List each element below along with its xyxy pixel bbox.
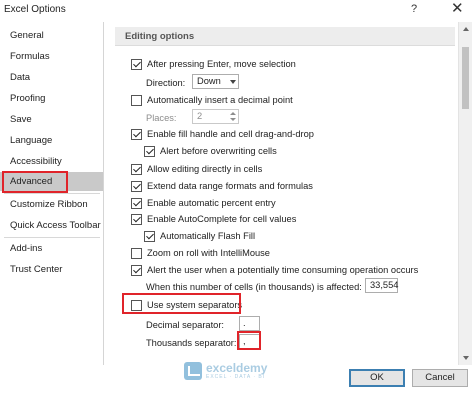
- ok-button[interactable]: OK: [349, 369, 405, 387]
- after-enter-checkbox[interactable]: [131, 58, 142, 70]
- help-icon[interactable]: ?: [411, 3, 417, 15]
- decimal-separator-label: Decimal separator:: [146, 320, 225, 330]
- title-bar: Excel Options ? ✕: [0, 0, 474, 22]
- auto-decimal-checkbox[interactable]: [131, 94, 142, 106]
- decimal-separator-input[interactable]: .: [239, 316, 260, 331]
- nav-item-general[interactable]: General: [0, 26, 103, 45]
- option-alert-overwrite[interactable]: Alert before overwriting cells: [144, 144, 277, 158]
- vertical-scrollbar[interactable]: [458, 22, 472, 365]
- alert-overwrite-label: Alert before overwriting cells: [160, 146, 277, 156]
- spin-up-icon[interactable]: [230, 112, 236, 115]
- alert-overwrite-checkbox[interactable]: [144, 145, 155, 157]
- flash-fill-label: Automatically Flash Fill: [160, 231, 256, 241]
- thousands-separator-label: Thousands separator:: [146, 338, 237, 348]
- nav-item-quick-access-toolbar[interactable]: Quick Access Toolbar: [0, 216, 103, 235]
- nav-divider: [4, 237, 100, 238]
- close-icon[interactable]: ✕: [451, 1, 464, 16]
- option-auto-decimal[interactable]: Automatically insert a decimal point: [131, 93, 293, 107]
- places-label: Places:: [146, 113, 177, 123]
- direction-label: Direction:: [146, 78, 186, 88]
- thousands-separator-row: Thousands separator:: [146, 336, 236, 350]
- zoom-intellimouse-label: Zoom on roll with IntelliMouse: [147, 248, 270, 258]
- auto-decimal-label: Automatically insert a decimal point: [147, 95, 293, 105]
- watermark-tagline: EXCEL · DATA · BI: [206, 374, 266, 380]
- options-nav: General Formulas Data Proofing Save Lang…: [0, 22, 104, 365]
- advanced-highlight-box: [2, 171, 68, 193]
- option-autocomplete[interactable]: Enable AutoComplete for cell values: [131, 212, 296, 226]
- auto-percent-label: Enable automatic percent entry: [147, 198, 276, 208]
- places-spinner[interactable]: 2: [192, 109, 239, 124]
- scrollbar-thumb[interactable]: [462, 47, 469, 109]
- option-flash-fill[interactable]: Automatically Flash Fill: [144, 229, 255, 243]
- option-zoom-intellimouse[interactable]: Zoom on roll with IntelliMouse: [131, 246, 270, 260]
- places-value: 2: [197, 111, 203, 121]
- window-title: Excel Options: [4, 4, 66, 15]
- zoom-intellimouse-checkbox[interactable]: [131, 247, 142, 259]
- exceldemy-watermark: exceldemy EXCEL · DATA · BI: [184, 358, 267, 384]
- decimal-separator-row: Decimal separator:: [146, 318, 224, 332]
- direction-value: Down: [197, 76, 221, 86]
- fill-handle-label: Enable fill handle and cell drag-and-dro…: [147, 129, 314, 139]
- alert-time-label: Alert the user when a potentially time c…: [147, 265, 419, 275]
- editing-options-header: Editing options: [115, 27, 455, 46]
- option-fill-handle[interactable]: Enable fill handle and cell drag-and-dro…: [131, 127, 314, 141]
- after-enter-label: After pressing Enter, move selection: [147, 59, 296, 69]
- nav-item-add-ins[interactable]: Add-ins: [0, 239, 103, 258]
- autocomplete-checkbox[interactable]: [131, 213, 142, 225]
- option-auto-percent[interactable]: Enable automatic percent entry: [131, 196, 276, 210]
- exceldemy-logo-icon: [184, 362, 202, 380]
- scroll-down-icon[interactable]: [463, 356, 469, 360]
- option-extend-formats[interactable]: Extend data range formats and formulas: [131, 179, 313, 193]
- autocomplete-label: Enable AutoComplete for cell values: [147, 214, 297, 224]
- nav-item-formulas[interactable]: Formulas: [0, 47, 103, 66]
- alert-time-checkbox[interactable]: [131, 264, 142, 276]
- edit-in-cells-checkbox[interactable]: [131, 163, 142, 175]
- nav-item-accessibility[interactable]: Accessibility: [0, 152, 103, 171]
- cells-affected-value: 33,554: [370, 280, 399, 290]
- cells-affected-field[interactable]: 33,554: [365, 278, 398, 293]
- watermark-name: exceldemy: [206, 361, 268, 375]
- option-alert-time[interactable]: Alert the user when a potentially time c…: [131, 263, 418, 277]
- spin-down-icon[interactable]: [230, 118, 236, 121]
- nav-divider: [4, 193, 100, 194]
- flash-fill-checkbox[interactable]: [144, 230, 155, 242]
- auto-percent-checkbox[interactable]: [131, 197, 142, 209]
- option-edit-in-cells[interactable]: Allow editing directly in cells: [131, 162, 262, 176]
- chevron-down-icon: [230, 80, 236, 84]
- fill-handle-checkbox[interactable]: [131, 128, 142, 140]
- extend-formats-checkbox[interactable]: [131, 180, 142, 192]
- extend-formats-label: Extend data range formats and formulas: [147, 181, 313, 191]
- edit-in-cells-label: Allow editing directly in cells: [147, 164, 263, 174]
- system-separators-highlight-box: [122, 293, 241, 314]
- nav-item-data[interactable]: Data: [0, 68, 103, 87]
- nav-item-customize-ribbon[interactable]: Customize Ribbon: [0, 195, 103, 214]
- scroll-up-icon[interactable]: [463, 27, 469, 31]
- nav-item-language[interactable]: Language: [0, 131, 103, 150]
- cells-affected-row: When this number of cells (in thousands)…: [146, 280, 362, 294]
- options-panel: Editing options After pressing Enter, mo…: [112, 22, 458, 365]
- nav-item-save[interactable]: Save: [0, 110, 103, 129]
- cells-affected-label: When this number of cells (in thousands)…: [146, 282, 362, 292]
- option-after-enter[interactable]: After pressing Enter, move selection: [131, 57, 296, 71]
- thousands-separator-highlight-box: [237, 331, 261, 350]
- places-row: Places:: [146, 111, 177, 125]
- nav-item-proofing[interactable]: Proofing: [0, 89, 103, 108]
- direction-row: Direction:: [146, 76, 185, 90]
- nav-item-trust-center[interactable]: Trust Center: [0, 260, 103, 279]
- cancel-button[interactable]: Cancel: [412, 369, 468, 387]
- section-title: Editing options: [125, 31, 195, 42]
- direction-dropdown[interactable]: Down: [192, 74, 239, 89]
